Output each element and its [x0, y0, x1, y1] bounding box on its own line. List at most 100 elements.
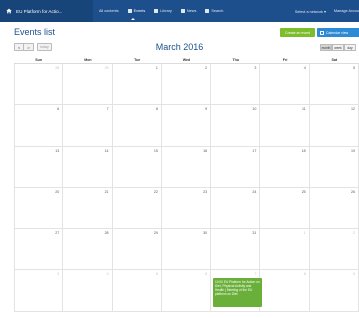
top-navbar: EU Platform for Actio... All contents Ev… [0, 0, 359, 22]
day-cell[interactable]: 12 [309, 105, 359, 147]
nav-all-contents[interactable]: All contents [99, 0, 119, 22]
day-cell[interactable]: 8 [112, 105, 162, 147]
day-cell[interactable]: 24 [211, 187, 261, 230]
day-cell[interactable]: 5 [112, 270, 162, 312]
day-cell[interactable]: 7 [63, 105, 113, 147]
calendar-icon [127, 9, 132, 13]
day-cell[interactable]: 10 [211, 105, 261, 147]
calendar-view-label: Calendar view [326, 30, 349, 35]
day-cell[interactable]: 25 [260, 187, 310, 230]
day-number: 27 [55, 231, 60, 236]
day-number: 18 [301, 148, 306, 153]
day-number: 28 [104, 231, 109, 236]
day-cell[interactable]: 15 [112, 146, 162, 188]
nav-events[interactable]: Events [127, 0, 146, 22]
day-number: 7 [254, 272, 257, 277]
day-cell[interactable]: 28 [63, 229, 113, 271]
day-number: 12 [350, 107, 355, 112]
search-icon [205, 9, 210, 13]
day-number: 14 [104, 148, 109, 153]
day-cell[interactable]: 9 [309, 270, 359, 312]
day-number: 24 [252, 189, 257, 194]
day-number: 13 [55, 148, 60, 153]
day-cell[interactable]: 8 [260, 270, 310, 312]
day-number: 28 [55, 66, 60, 70]
calendar-week: 28 29 1 2 3 4 5 [14, 64, 359, 106]
day-cell[interactable]: 4 [260, 64, 310, 106]
day-cell[interactable]: 30 [161, 229, 212, 271]
next-month-button[interactable]: > [24, 43, 34, 51]
day-cell[interactable]: 26 [309, 187, 359, 230]
day-number: 4 [106, 272, 109, 277]
week-view-button[interactable]: week [332, 44, 344, 51]
day-number: 2 [352, 231, 355, 236]
day-number: 1 [155, 66, 158, 70]
weekday-tue: Tue [112, 56, 162, 64]
document-icon [154, 9, 159, 13]
day-number: 7 [106, 107, 109, 112]
day-number: 29 [104, 66, 109, 70]
day-view-button[interactable]: day [344, 44, 356, 51]
weekday-sat: Sat [309, 56, 359, 64]
day-cell[interactable]: 13 [14, 146, 64, 188]
day-number: 10 [252, 107, 257, 112]
create-event-button[interactable]: Create an event [280, 28, 315, 37]
day-cell[interactable]: 29 [112, 229, 162, 271]
calendar-view-button[interactable]: Calendar view [317, 28, 359, 37]
calendar-icon [320, 30, 324, 35]
manage-account-link[interactable]: Manage Accou [334, 9, 359, 13]
day-number: 11 [301, 107, 306, 112]
nav-events-label: Events [133, 9, 146, 13]
day-number: 1 [303, 231, 306, 236]
calendar-event[interactable]: 10:00 EU Platform for Action on Diet, Ph… [213, 278, 262, 307]
day-cell[interactable]: 1 [260, 229, 310, 271]
day-number: 15 [153, 148, 158, 153]
weekday-fri: Fri [260, 56, 310, 64]
month-view-button[interactable]: month [320, 44, 332, 51]
day-cell[interactable]: 3 [14, 270, 64, 312]
day-cell[interactable]: 21 [63, 187, 113, 230]
day-number: 8 [303, 272, 306, 277]
day-cell[interactable]: 17 [211, 146, 261, 188]
day-cell[interactable]: 31 [211, 229, 261, 271]
day-cell[interactable]: 5 [309, 64, 359, 106]
calendar-week: 27 28 29 30 31 1 2 [14, 229, 359, 271]
select-network-dropdown[interactable]: Select a network ▾ [295, 9, 326, 14]
day-cell[interactable]: 3 [211, 64, 261, 106]
day-cell[interactable]: 14 [63, 146, 113, 188]
day-cell[interactable]: 27 [14, 229, 64, 271]
nav-search[interactable]: Search [205, 0, 223, 22]
day-number: 30 [203, 231, 208, 236]
prev-month-button[interactable]: < [14, 43, 24, 51]
calendar-week: 13 14 15 16 17 18 19 [14, 146, 359, 188]
weekday-mon: Mon [63, 56, 113, 64]
day-cell[interactable]: 22 [112, 187, 162, 230]
calendar-weeks: 28 29 1 2 3 4 5 6 7 8 9 10 11 12 13 14 15 16 17 18 19 20 21 22 2… [14, 64, 359, 312]
day-cell[interactable]: 1 [112, 64, 162, 106]
day-cell[interactable]: 4 [63, 270, 113, 312]
weekday-thu: Thu [211, 56, 261, 64]
nav-news-label: News [186, 9, 197, 13]
day-cell[interactable]: 6 [161, 270, 212, 312]
day-number: 21 [104, 189, 109, 194]
day-cell[interactable]: 2 [309, 229, 359, 271]
nav-news[interactable]: News [180, 0, 197, 22]
day-cell[interactable]: 2 [161, 64, 212, 106]
brand-link[interactable]: EU Platform for Actio... [0, 0, 93, 22]
day-cell[interactable]: 9 [161, 105, 212, 147]
day-number: 31 [252, 231, 257, 236]
day-cell[interactable]: 23 [161, 187, 212, 230]
day-cell[interactable]: 28 [14, 64, 64, 106]
day-cell[interactable]: 6 [14, 105, 64, 147]
calendar-week: 6 7 8 9 10 11 12 [14, 105, 359, 147]
day-cell[interactable]: 19 [309, 146, 359, 188]
day-cell[interactable]: 16 [161, 146, 212, 188]
nav-library[interactable]: Library [154, 0, 172, 22]
today-button[interactable]: today [37, 43, 52, 51]
day-cell[interactable]: 20 [14, 187, 64, 230]
day-cell[interactable]: 11 [260, 105, 310, 147]
day-number: 5 [155, 272, 158, 277]
day-cell[interactable]: 18 [260, 146, 310, 188]
day-number: 20 [55, 189, 60, 194]
day-cell[interactable]: 29 [63, 64, 113, 106]
